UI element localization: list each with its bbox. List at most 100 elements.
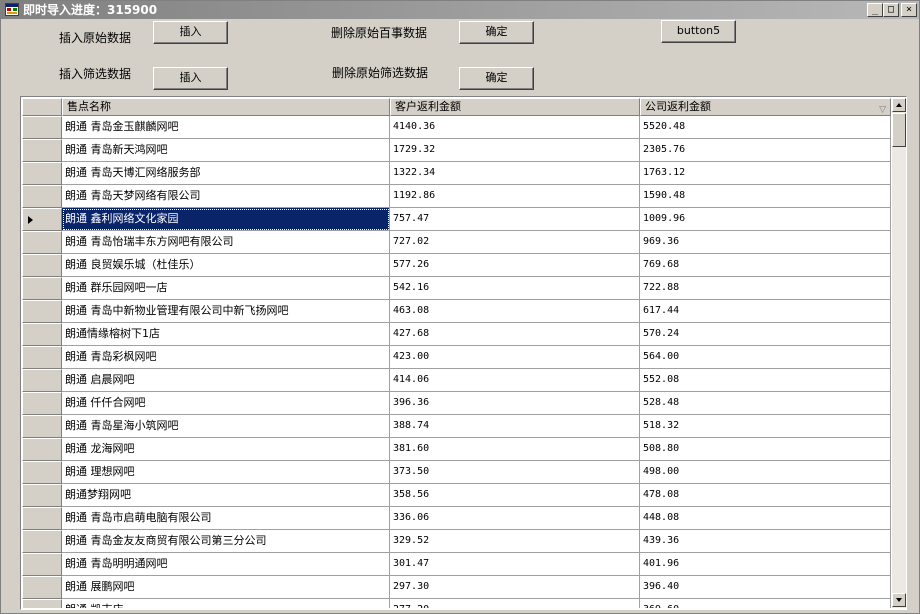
cell-store-name[interactable]: 朗通 青岛金玉麒麟网吧 [62,116,390,139]
cell-company-rebate[interactable]: 552.08 [640,369,891,392]
delete-filter-confirm-button[interactable]: 确定 [459,67,534,90]
cell-customer-rebate[interactable]: 1322.34 [390,162,640,185]
cell-customer-rebate[interactable]: 388.74 [390,415,640,438]
cell-customer-rebate[interactable]: 727.02 [390,231,640,254]
table-row[interactable]: 朗通 仟仟合网吧 396.36 528.48 [22,392,891,415]
cell-company-rebate[interactable]: 722.88 [640,277,891,300]
scroll-thumb[interactable] [892,113,906,147]
cell-customer-rebate[interactable]: 414.06 [390,369,640,392]
row-header-corner[interactable] [22,98,62,116]
cell-company-rebate[interactable]: 1009.96 [640,208,891,231]
table-row[interactable]: 朗通 青岛天梦网络有限公司 1192.86 1590.48 [22,185,891,208]
cell-store-name[interactable]: 朗通 良贸娱乐城（杜佳乐） [62,254,390,277]
cell-store-name[interactable]: 朗通 青岛新天鸿网吧 [62,139,390,162]
cell-store-name[interactable]: 朗通 青岛星海小筑网吧 [62,415,390,438]
cell-company-rebate[interactable]: 369.60 [640,599,891,608]
row-header[interactable] [22,369,62,392]
cell-customer-rebate[interactable]: 4140.36 [390,116,640,139]
column-header-customer-rebate[interactable]: 客户返利金额 [390,98,640,116]
cell-company-rebate[interactable]: 401.96 [640,553,891,576]
cell-customer-rebate[interactable]: 463.08 [390,300,640,323]
scroll-down-button[interactable] [892,593,906,607]
row-header[interactable] [22,392,62,415]
table-row[interactable]: 朗通 青岛彩枫网吧 423.00 564.00 [22,346,891,369]
cell-customer-rebate[interactable]: 301.47 [390,553,640,576]
table-row[interactable]: 朗通 理想网吧 373.50 498.00 [22,461,891,484]
cell-store-name[interactable]: 朗通 鑫利网络文化家园 [62,208,390,231]
cell-company-rebate[interactable]: 5520.48 [640,116,891,139]
table-row[interactable]: 朗通 青岛星海小筑网吧 388.74 518.32 [22,415,891,438]
row-header[interactable] [22,576,62,599]
table-row[interactable]: 朗通 青岛市启萌电脑有限公司 336.06 448.08 [22,507,891,530]
cell-company-rebate[interactable]: 1763.12 [640,162,891,185]
row-header[interactable] [22,346,62,369]
table-row[interactable]: 朗通情缘榕树下1店 427.68 570.24 [22,323,891,346]
insert-raw-button[interactable]: 插入 [153,21,228,44]
cell-store-name[interactable]: 朗通 理想网吧 [62,461,390,484]
cell-customer-rebate[interactable]: 1192.86 [390,185,640,208]
row-header[interactable] [22,415,62,438]
table-row[interactable]: 朗通 青岛中新物业管理有限公司中新飞扬网吧 463.08 617.44 [22,300,891,323]
cell-customer-rebate[interactable]: 542.16 [390,277,640,300]
cell-customer-rebate[interactable]: 577.26 [390,254,640,277]
minimize-button[interactable]: _ [867,3,883,17]
cell-company-rebate[interactable]: 2305.76 [640,139,891,162]
cell-company-rebate[interactable]: 1590.48 [640,185,891,208]
cell-customer-rebate[interactable]: 329.52 [390,530,640,553]
cell-customer-rebate[interactable]: 757.47 [390,208,640,231]
row-header[interactable] [22,254,62,277]
cell-store-name[interactable]: 朗通 凯吉店 [62,599,390,608]
cell-customer-rebate[interactable]: 277.20 [390,599,640,608]
cell-store-name[interactable]: 朗通 青岛中新物业管理有限公司中新飞扬网吧 [62,300,390,323]
cell-customer-rebate[interactable]: 427.68 [390,323,640,346]
cell-customer-rebate[interactable]: 297.30 [390,576,640,599]
table-row[interactable]: 朗通 青岛新天鸿网吧 1729.32 2305.76 [22,139,891,162]
row-header[interactable] [22,599,62,608]
column-header-company-rebate[interactable]: 公司返利金额 ▽ [640,98,891,116]
row-header[interactable] [22,162,62,185]
button5[interactable]: button5 [661,20,736,43]
cell-customer-rebate[interactable]: 373.50 [390,461,640,484]
row-header[interactable] [22,116,62,139]
cell-company-rebate[interactable]: 617.44 [640,300,891,323]
maximize-button[interactable]: □ [883,3,899,17]
cell-company-rebate[interactable]: 518.32 [640,415,891,438]
table-row[interactable]: 朗通 群乐园网吧一店 542.16 722.88 [22,277,891,300]
row-header[interactable] [22,484,62,507]
table-row[interactable]: 朗通 青岛金友友商贸有限公司第三分公司 329.52 439.36 [22,530,891,553]
table-row[interactable]: 朗通 启晨网吧 414.06 552.08 [22,369,891,392]
table-row[interactable]: 朗通 展鹏网吧 297.30 396.40 [22,576,891,599]
table-row[interactable]: 朗通 青岛金玉麒麟网吧 4140.36 5520.48 [22,116,891,139]
delete-raw-confirm-button[interactable]: 确定 [459,21,534,44]
cell-store-name[interactable]: 朗通 青岛金友友商贸有限公司第三分公司 [62,530,390,553]
cell-company-rebate[interactable]: 448.08 [640,507,891,530]
cell-store-name[interactable]: 朗通梦翔网吧 [62,484,390,507]
cell-store-name[interactable]: 朗通 启晨网吧 [62,369,390,392]
insert-filter-button[interactable]: 插入 [153,67,228,90]
vertical-scrollbar[interactable] [892,98,906,608]
row-header[interactable] [22,461,62,484]
table-row[interactable]: 朗通 青岛怡瑞丰东方网吧有限公司 727.02 969.36 [22,231,891,254]
cell-company-rebate[interactable]: 478.08 [640,484,891,507]
table-row[interactable]: 朗通 凯吉店277.20369.60 [22,599,891,608]
cell-company-rebate[interactable]: 439.36 [640,530,891,553]
cell-store-name[interactable]: 朗通 展鹏网吧 [62,576,390,599]
cell-customer-rebate[interactable]: 423.00 [390,346,640,369]
cell-company-rebate[interactable]: 769.68 [640,254,891,277]
data-grid[interactable]: 售点名称 客户返利金额 公司返利金额 ▽ 朗通 青岛金玉麒麟网吧 4140.36 5… [20,96,907,610]
cell-store-name[interactable]: 朗通 群乐园网吧一店 [62,277,390,300]
row-header[interactable] [22,208,62,231]
cell-company-rebate[interactable]: 570.24 [640,323,891,346]
cell-company-rebate[interactable]: 396.40 [640,576,891,599]
column-header-store-name[interactable]: 售点名称 [62,98,390,116]
cell-company-rebate[interactable]: 528.48 [640,392,891,415]
close-button[interactable]: × [901,3,917,17]
cell-store-name[interactable]: 朗通 龙海网吧 [62,438,390,461]
cell-store-name[interactable]: 朗通情缘榕树下1店 [62,323,390,346]
cell-store-name[interactable]: 朗通 青岛明明通网吧 [62,553,390,576]
cell-store-name[interactable]: 朗通 青岛天博汇网络服务部 [62,162,390,185]
cell-store-name[interactable]: 朗通 青岛市启萌电脑有限公司 [62,507,390,530]
row-header[interactable] [22,139,62,162]
scroll-up-button[interactable] [892,98,906,112]
table-row[interactable]: 朗通 龙海网吧 381.60 508.80 [22,438,891,461]
